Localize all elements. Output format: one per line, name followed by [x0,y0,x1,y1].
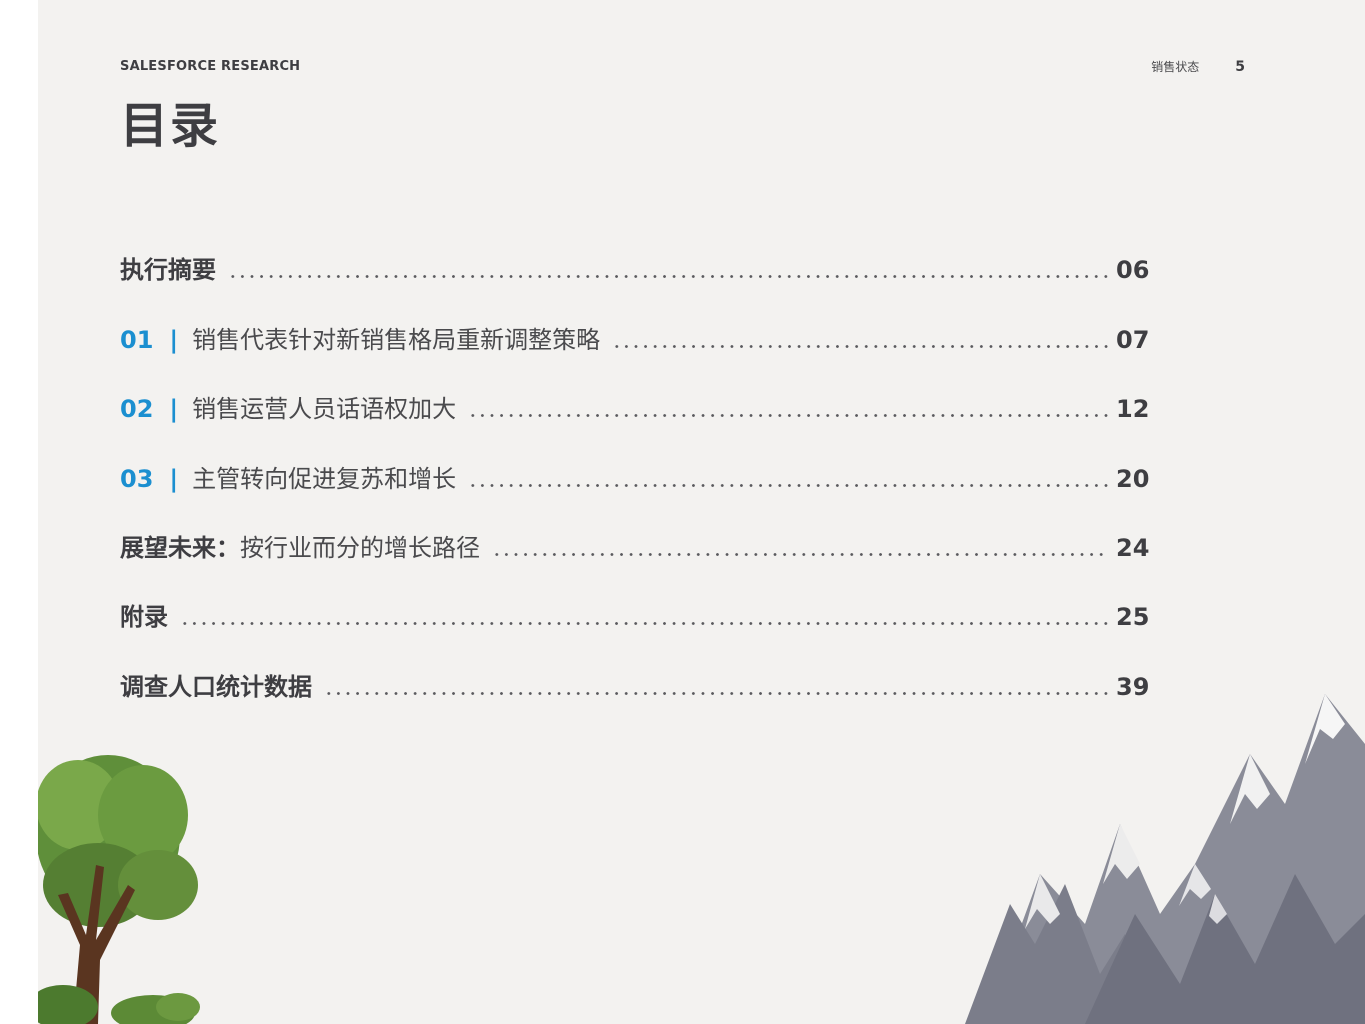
toc-entry-executive-summary[interactable]: 执行摘要 06 [120,244,1150,313]
dot-leader [468,483,1108,487]
chapter-separator: | [169,325,179,354]
chapter-number: 02 [120,395,154,424]
toc-entry-chapter-03[interactable]: 03 | 主管转向促进复苏和增长 20 [120,452,1150,521]
toc-entry-label: 销售运营人员话语权加大 [192,395,457,424]
mountains-illustration [965,694,1365,1024]
chapter-number: 03 [120,464,154,493]
toc-entry-appendix[interactable]: 附录 25 [120,591,1150,660]
toc-page-number: 24 [1116,533,1150,562]
page-title: 目录 [120,98,221,154]
toc-entry-bold-label: 附录 [120,603,168,632]
toc-entry-label: 销售代表针对新销售格局重新调整策略 [192,325,601,354]
dot-leader [612,344,1108,348]
dot-leader [228,275,1108,279]
toc-page-number: 12 [1116,395,1150,424]
dot-leader [492,552,1108,556]
chapter-separator: | [169,464,179,493]
toc-entry-outlook[interactable]: 展望未来： 按行业而分的增长路径 24 [120,522,1150,591]
chapter-separator: | [169,395,179,424]
running-header: 销售状态 5 [1151,58,1245,75]
document-page: SALESFORCE RESEARCH 销售状态 5 目录 执行摘要 06 01… [38,0,1365,1024]
dot-leader [468,414,1108,418]
toc-page-number: 20 [1116,464,1150,493]
section-name: 销售状态 [1151,60,1200,74]
toc-entry-bold-label: 调查人口统计数据 [120,672,312,701]
tree-illustration [38,755,200,1024]
toc-entry-bold-label: 执行摘要 [120,256,216,285]
toc-entry-chapter-02[interactable]: 02 | 销售运营人员话语权加大 12 [120,383,1150,452]
toc-entry-label: 主管转向促进复苏和增长 [192,464,457,493]
toc-page-number: 06 [1116,256,1150,285]
toc-page-number: 25 [1116,603,1150,632]
dot-leader [180,622,1108,626]
toc-entry-bold-label: 展望未来： [120,533,240,562]
toc-entry-chapter-01[interactable]: 01 | 销售代表针对新销售格局重新调整策略 07 [120,313,1150,382]
brand-label: SALESFORCE RESEARCH [120,59,301,74]
page-number: 5 [1235,58,1245,75]
chapter-number: 01 [120,325,154,354]
toc-entry-label: 按行业而分的增长路径 [240,533,480,562]
table-of-contents: 执行摘要 06 01 | 销售代表针对新销售格局重新调整策略 07 02 | 销… [120,244,1150,730]
toc-page-number: 07 [1116,325,1150,354]
